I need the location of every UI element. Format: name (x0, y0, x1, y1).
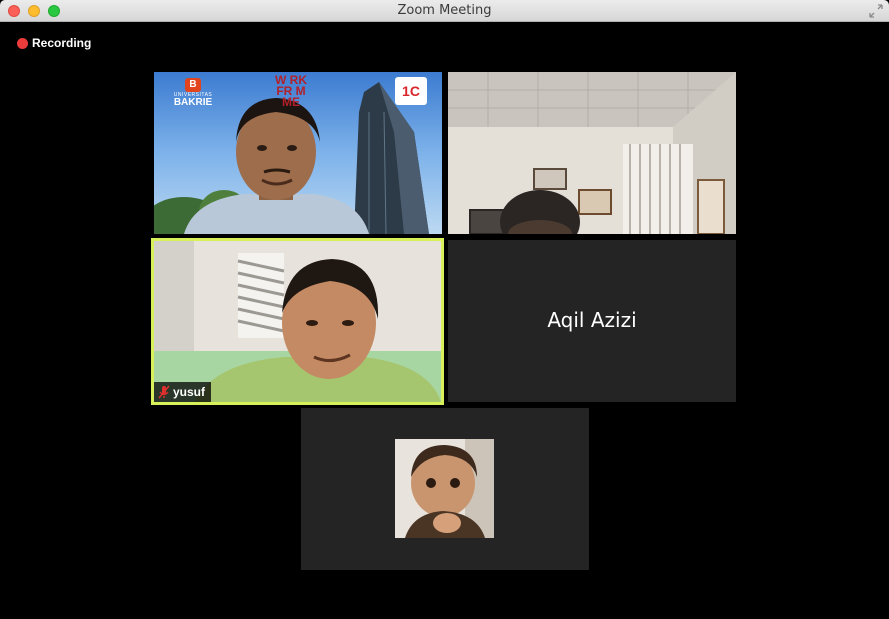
window-title: Zoom Meeting (397, 3, 492, 18)
anniversary-logo: 1C (395, 77, 427, 105)
microphone-muted-icon (158, 385, 170, 399)
wfh-line3: ME (282, 95, 300, 109)
video-tile-yusuf[interactable]: yusuf (151, 238, 444, 405)
fullscreen-icon[interactable] (869, 4, 883, 18)
video-tile-participant-1[interactable]: B UNIVERSITAS BAKRIE W RK FR M ME 1C (154, 72, 442, 234)
yusuf-name-tag: yusuf (154, 382, 212, 402)
title-bar: Zoom Meeting (0, 0, 889, 22)
university-logo-icon: B (185, 78, 201, 92)
participant-name: yusuf (173, 385, 206, 399)
participant-2-video (448, 72, 736, 234)
work-from-home-logo: W RK FR M ME (275, 74, 307, 109)
yusuf-video (154, 241, 441, 402)
recording-dot-icon (17, 37, 28, 49)
recording-label: Recording (32, 36, 92, 50)
university-line2: BAKRIE (173, 97, 213, 108)
profile-avatar (395, 439, 494, 538)
participant-name-center: Aqil Azizi (547, 308, 637, 332)
video-tile-participant-5[interactable] (301, 408, 589, 570)
video-tile-participant-2[interactable] (448, 72, 736, 234)
recording-indicator[interactable]: Recording (17, 36, 91, 50)
video-tile-aqil-azizi[interactable]: Aqil Azizi (448, 240, 736, 402)
university-logo: B UNIVERSITAS BAKRIE (169, 78, 217, 108)
